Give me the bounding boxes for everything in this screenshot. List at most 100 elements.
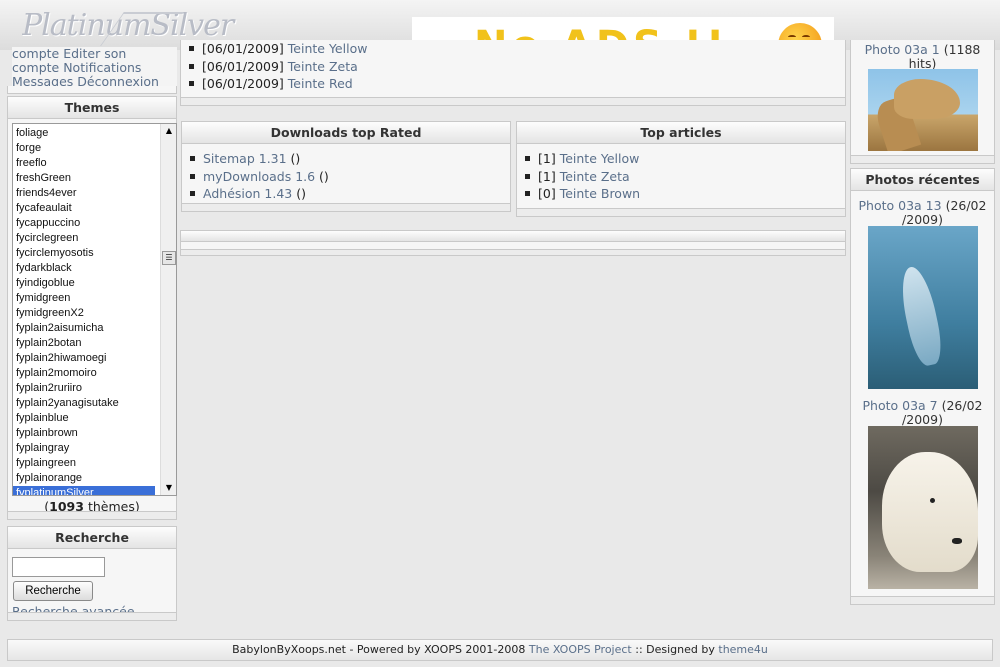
theme-option[interactable]: forge — [13, 141, 155, 156]
recent-photos-panel: Photos récentes Photo 03a 13 (26/02/2009… — [850, 168, 995, 605]
scroll-thumb[interactable]: ☰ — [162, 251, 176, 265]
top-article-item: [1] Teinte Yellow — [525, 150, 640, 168]
theme-option[interactable]: freshGreen — [13, 171, 155, 186]
footer-text: BabylonByXoops.net - Powered by XOOPS 20… — [232, 643, 529, 656]
theme-option[interactable]: fyplain2aisumicha — [13, 321, 155, 336]
download-link[interactable]: Adhésion 1.43 — [203, 186, 292, 201]
theme-option[interactable]: fyplatinumSilver — [13, 486, 155, 495]
user-menu-account-link[interactable]: compte Editer son — [12, 46, 126, 61]
theme-option[interactable]: fyindigoblue — [13, 276, 155, 291]
themes-title: Themes — [8, 97, 176, 119]
theme-option[interactable]: fymidgreenX2 — [13, 306, 155, 321]
theme-option[interactable]: fyplain2yanagisutake — [13, 396, 155, 411]
xoops-project-link[interactable]: The XOOPS Project — [529, 643, 632, 656]
panel-foot — [8, 511, 176, 519]
theme-option[interactable]: friends4ever — [13, 186, 155, 201]
dolphin-photo[interactable] — [868, 226, 978, 389]
top-articles-title: Top articles — [517, 122, 845, 144]
article-rank: [1] — [538, 151, 556, 166]
user-menu: compte Editer son compte Notifications M… — [12, 47, 177, 89]
user-menu-panel-foot — [7, 86, 177, 94]
theme-option[interactable]: fycirclegreen — [13, 231, 155, 246]
theme-option[interactable]: fyplainorange — [13, 471, 155, 486]
news-link[interactable]: Teinte Red — [288, 76, 353, 91]
camel-photo[interactable] — [868, 69, 978, 151]
scroll-up-arrow-icon[interactable]: ▲ — [161, 124, 176, 138]
bullet-icon — [189, 63, 194, 69]
theme-option[interactable]: fyplain2ruriiro — [13, 381, 155, 396]
news-panel: [06/01/2009] Teinte Yellow [06/01/2009] T… — [180, 40, 846, 106]
download-item: Sitemap 1.31 () — [190, 150, 329, 168]
news-link[interactable]: Teinte Yellow — [288, 41, 368, 56]
panel-foot — [182, 203, 510, 211]
download-rating: () — [315, 168, 329, 184]
bullet-icon — [189, 46, 194, 51]
top-articles-panel: Top articles [1] Teinte Yellow [1] Teinte… — [516, 121, 846, 217]
theme-option[interactable]: fycafeaulait — [13, 201, 155, 216]
downloads-list: Sitemap 1.31 () myDownloads 1.6 () Adhésio… — [190, 150, 329, 203]
theme-option[interactable]: fycappuccino — [13, 216, 155, 231]
downloads-title: Downloads top Rated — [182, 122, 510, 144]
theme-option[interactable]: fyplaingray — [13, 441, 155, 456]
themes-panel: Themes foliage forge freeflo freshGreen frie… — [7, 96, 177, 520]
article-link[interactable]: Teinte Yellow — [560, 151, 640, 166]
theme-option[interactable]: fyplain2hiwamoegi — [13, 351, 155, 366]
theme-option[interactable]: fycirclemyosotis — [13, 246, 155, 261]
theme-option[interactable]: fydarkblack — [13, 261, 155, 276]
theme-option[interactable]: fyplainbrown — [13, 426, 155, 441]
theme-select[interactable]: foliage forge freeflo freshGreen friends4eve… — [12, 123, 177, 496]
download-item: Adhésion 1.43 () — [190, 185, 329, 203]
download-item: myDownloads 1.6 () — [190, 168, 329, 186]
theme-option[interactable]: fyplainblue — [13, 411, 155, 426]
theme-option[interactable]: fymidgreen — [13, 291, 155, 306]
search-input[interactable] — [12, 557, 105, 577]
top-article-item: [0] Teinte Brown — [525, 185, 640, 203]
news-link[interactable]: Teinte Zeta — [288, 59, 358, 74]
top-article-item: [1] Teinte Zeta — [525, 168, 640, 186]
article-rank: [1] — [538, 168, 556, 184]
news-item: [06/01/2009] Teinte Zeta — [189, 58, 367, 76]
panel-foot — [8, 612, 176, 620]
footer-designed-by: :: Designed by — [631, 643, 719, 656]
theme-option[interactable]: fyplain2momoiro — [13, 366, 155, 381]
recent-photo-link[interactable]: Photo 03a 13 — [859, 198, 942, 213]
bullet-icon — [525, 191, 530, 196]
popular-photo-caption: Photo 03a 1 (1188 hits) — [864, 42, 981, 71]
user-menu-notifications-link[interactable]: compte Notifications — [12, 60, 141, 75]
footer: BabylonByXoops.net - Powered by XOOPS 20… — [7, 639, 993, 661]
panel-foot — [181, 97, 845, 105]
empty-block — [180, 230, 846, 256]
scroll-down-arrow-icon[interactable]: ▼ — [161, 481, 176, 495]
theme-options: foliage forge freeflo freshGreen friends4eve… — [13, 126, 155, 495]
download-rating: () — [292, 186, 306, 201]
recent-photo-caption: Photo 03a 7 (26/02/2009) — [862, 398, 983, 427]
theme-option[interactable]: fyplaingreen — [13, 456, 155, 471]
polar-bear-photo[interactable] — [868, 426, 978, 589]
bullet-icon — [190, 173, 195, 179]
panel-foot — [181, 249, 845, 255]
bullet-icon — [190, 191, 195, 196]
bullet-icon — [525, 173, 530, 179]
news-item: [06/01/2009] Teinte Red — [189, 75, 367, 93]
popular-photo-link[interactable]: Photo 03a 1 — [865, 42, 940, 57]
news-date: [06/01/2009] — [202, 41, 284, 56]
download-link[interactable]: myDownloads 1.6 — [203, 169, 315, 184]
article-rank: [0] — [538, 186, 556, 201]
news-date: [06/01/2009] — [202, 58, 284, 74]
recent-photo-link[interactable]: Photo 03a 7 — [863, 398, 938, 413]
theme-option[interactable]: freeflo — [13, 156, 155, 171]
downloads-panel: Downloads top Rated Sitemap 1.31 () myDow… — [181, 121, 511, 212]
article-link[interactable]: Teinte Zeta — [560, 169, 630, 184]
theme-option[interactable]: foliage — [13, 126, 155, 141]
theme4u-link[interactable]: theme4u — [718, 643, 768, 656]
search-title: Recherche — [8, 527, 176, 549]
search-button[interactable]: Recherche — [13, 581, 93, 601]
popular-photo-panel: Photo 03a 1 (1188 hits) — [850, 40, 995, 164]
top-articles-list: [1] Teinte Yellow [1] Teinte Zeta [0] Tein… — [525, 150, 640, 203]
news-list: [06/01/2009] Teinte Yellow [06/01/2009] T… — [189, 40, 367, 93]
article-link[interactable]: Teinte Brown — [560, 186, 640, 201]
theme-option[interactable]: fyplain2botan — [13, 336, 155, 351]
download-link[interactable]: Sitemap 1.31 — [203, 151, 287, 166]
theme-list-scrollbar[interactable]: ▲ ☰ ▼ — [160, 124, 176, 495]
bullet-icon — [189, 81, 194, 86]
